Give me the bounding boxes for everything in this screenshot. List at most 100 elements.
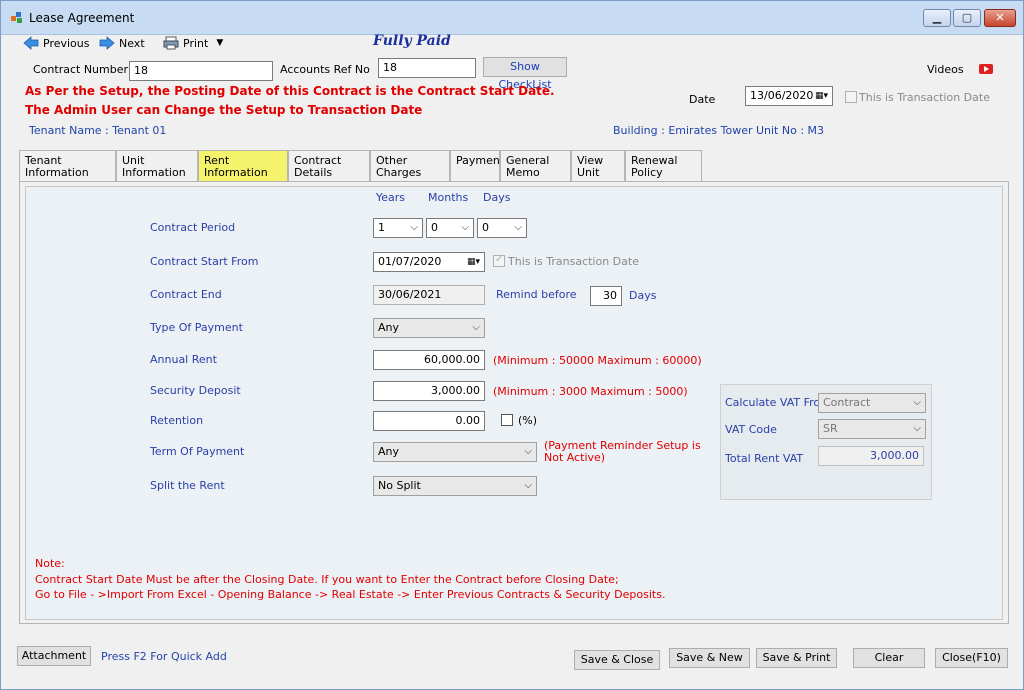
tab-rent-information[interactable]: Rent Information: [198, 150, 288, 182]
note-line-2: Go to File - >Import From Excel - Openin…: [35, 588, 666, 601]
annual-rent-hint: (Minimum : 50000 Maximum : 60000): [493, 354, 702, 367]
calendar-icon: ▦▾: [466, 257, 480, 267]
annual-rent-label: Annual Rent: [150, 353, 217, 366]
years-header: Years: [376, 191, 406, 204]
start-transaction-date-checkbox[interactable]: ✓: [493, 254, 505, 267]
show-checklist-button[interactable]: Show CheckList: [483, 57, 567, 91]
minimize-icon: ▁: [932, 11, 942, 24]
calculate-vat-select[interactable]: Contract ⌵: [818, 393, 926, 413]
retention-input[interactable]: 0.00: [373, 411, 485, 431]
maximize-button[interactable]: ▢: [953, 9, 981, 27]
vat-code-label: VAT Code: [725, 423, 777, 436]
building-unit-info: Building : Emirates Tower Unit No : M3: [613, 124, 825, 137]
contract-end-label: Contract End: [150, 288, 222, 301]
calculate-vat-label: Calculate VAT From: [725, 396, 831, 409]
contract-start-label: Contract Start From: [150, 255, 259, 268]
minimize-button[interactable]: ▁: [923, 9, 951, 27]
payment-reminder-hint: (Payment Reminder Setup is Not Active): [544, 439, 701, 464]
term-of-payment-value: Any: [378, 445, 400, 458]
transaction-date-label: This is Transaction Date: [859, 91, 990, 104]
period-years-select[interactable]: 1 ⌵: [373, 218, 423, 238]
tab-other-charges[interactable]: Other Charges: [370, 150, 450, 182]
payment-status: Fully Paid: [373, 33, 451, 49]
chevron-down-icon: ▼: [216, 38, 224, 48]
remind-before-label: Remind before: [496, 288, 577, 301]
chevron-down-icon: ⌵: [913, 397, 921, 408]
clear-button[interactable]: Clear: [853, 648, 925, 668]
tab-payment[interactable]: Payment: [450, 150, 500, 182]
save-new-button[interactable]: Save & New: [669, 648, 750, 668]
vat-code-select[interactable]: SR ⌵: [818, 419, 926, 439]
arrow-left-icon: [23, 36, 39, 50]
security-deposit-input[interactable]: 3,000.00: [373, 381, 485, 401]
contract-number-label: Contract Number: [33, 63, 129, 76]
close-button[interactable]: Close(F10): [935, 648, 1008, 668]
date-picker[interactable]: 13/06/2020 ▦▾: [745, 86, 833, 106]
lease-agreement-window: Lease Agreement ▁ ▢ ✕ Previous Next Prin…: [0, 0, 1024, 690]
close-window-button[interactable]: ✕: [984, 9, 1016, 27]
date-value: 13/06/2020: [750, 89, 814, 102]
term-of-payment-select[interactable]: Any ⌵: [373, 442, 537, 462]
tab-tenant-information[interactable]: Tenant Information: [19, 150, 116, 182]
maximize-icon: ▢: [961, 11, 973, 24]
save-close-button[interactable]: Save & Close: [574, 650, 660, 670]
save-print-button[interactable]: Save & Print: [756, 648, 837, 668]
period-months-value: 0: [431, 221, 438, 234]
days-header: Days: [483, 191, 511, 204]
contract-start-value: 01/07/2020: [378, 255, 442, 268]
period-days-value: 0: [482, 221, 489, 234]
title-bar: Lease Agreement ▁ ▢ ✕: [1, 1, 1023, 35]
annual-rent-input[interactable]: 60,000.00: [373, 350, 485, 370]
contract-period-label: Contract Period: [150, 221, 236, 234]
transaction-date-checkbox[interactable]: [845, 91, 857, 103]
split-rent-value: No Split: [378, 479, 421, 492]
contract-number-input[interactable]: 18: [129, 61, 273, 81]
months-header: Months: [428, 191, 469, 204]
retention-label: Retention: [150, 414, 204, 427]
chevron-down-icon: ⌵: [913, 423, 921, 434]
chevron-down-icon: ⌵: [524, 446, 532, 457]
tab-renewal-policy[interactable]: Renewal Policy: [625, 150, 702, 182]
start-transaction-date-label: This is Transaction Date: [508, 255, 639, 268]
tab-view-unit[interactable]: View Unit: [571, 150, 625, 182]
rent-information-body: Years Months Days Contract Period 1 ⌵ 0 ⌵ …: [25, 186, 1003, 620]
remind-before-input[interactable]: 30: [590, 286, 622, 306]
period-months-select[interactable]: 0 ⌵: [426, 218, 474, 238]
split-rent-select[interactable]: No Split ⌵: [373, 476, 537, 496]
next-button[interactable]: Next: [99, 36, 145, 50]
calculate-vat-value: Contract: [823, 396, 871, 409]
tab-general-memo[interactable]: General Memo: [500, 150, 571, 182]
contract-start-date-picker[interactable]: 01/07/2020 ▦▾: [373, 252, 485, 272]
arrow-right-icon: [99, 36, 115, 50]
attachment-button[interactable]: Attachment: [17, 646, 91, 666]
chevron-down-icon: ⌵: [410, 222, 418, 233]
chevron-down-icon: ⌵: [472, 322, 480, 333]
chevron-down-icon: ⌵: [524, 480, 532, 491]
form-content: Previous Next Print ▼ Fully Paid Contrac…: [1, 33, 1023, 689]
print-label: Print: [183, 36, 209, 50]
warning-line-1: As Per the Setup, the Posting Date of th…: [25, 84, 555, 98]
period-days-select[interactable]: 0 ⌵: [477, 218, 527, 238]
checkmark-icon: ✓: [495, 254, 504, 265]
close-icon: ✕: [995, 11, 1005, 24]
tab-unit-information[interactable]: Unit Information: [116, 150, 198, 182]
videos-label: Videos: [927, 63, 964, 76]
window-title: Lease Agreement: [29, 11, 135, 25]
split-rent-label: Split the Rent: [150, 479, 225, 492]
type-of-payment-select[interactable]: Any ⌵: [373, 318, 485, 338]
app-icon: [11, 12, 22, 23]
print-button[interactable]: Print ▼: [163, 36, 223, 50]
warning-line-2: The Admin User can Change the Setup to T…: [25, 103, 423, 117]
tab-contract-details[interactable]: Contract Details: [288, 150, 370, 182]
accounts-ref-input[interactable]: 18: [378, 58, 476, 78]
note-title: Note:: [35, 557, 65, 570]
type-of-payment-label: Type Of Payment: [150, 321, 243, 334]
tab-strip: Tenant Information Unit Information Rent…: [19, 150, 702, 182]
type-of-payment-value: Any: [378, 321, 400, 334]
rent-information-panel: Years Months Days Contract Period 1 ⌵ 0 ⌵ …: [19, 181, 1009, 624]
previous-button[interactable]: Previous: [23, 36, 90, 50]
printer-icon: [163, 36, 179, 50]
retention-percent-checkbox[interactable]: [501, 414, 513, 426]
calendar-icon: ▦▾: [814, 91, 828, 101]
video-play-icon[interactable]: [979, 64, 993, 74]
